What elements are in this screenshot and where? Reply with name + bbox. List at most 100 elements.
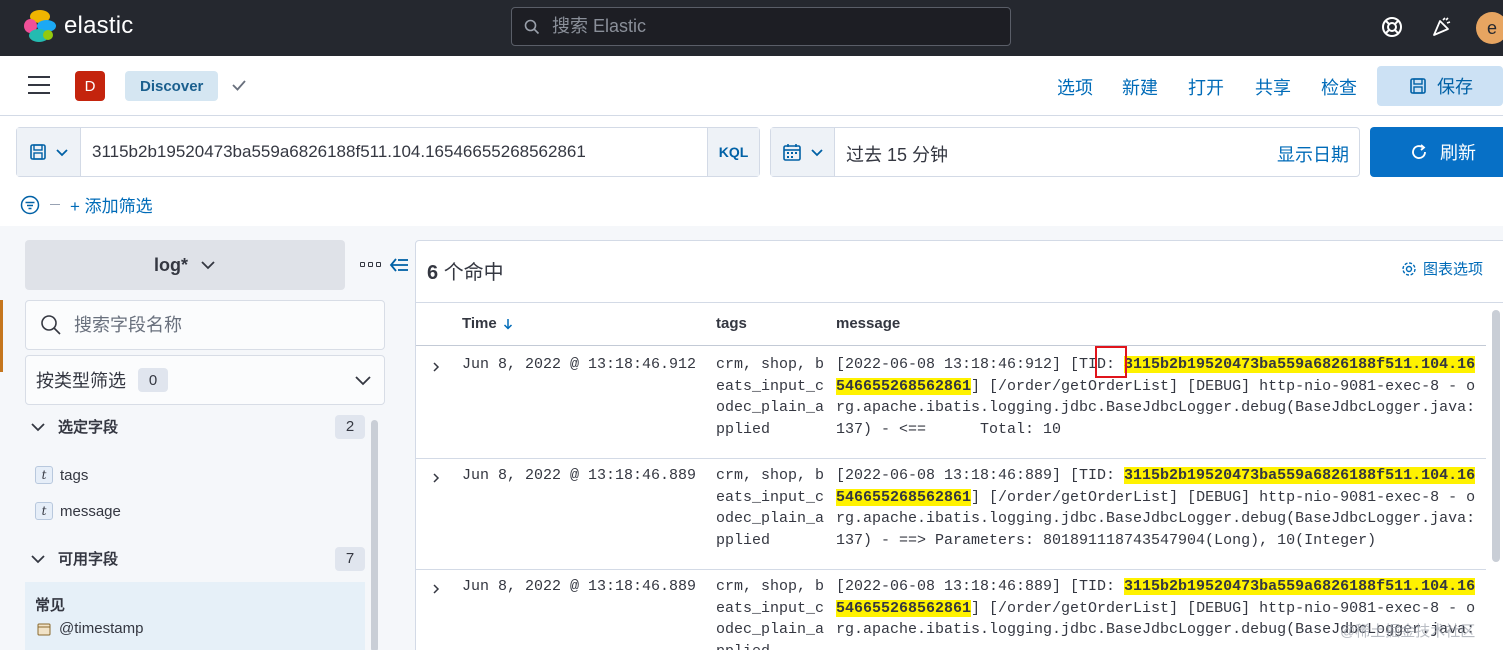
chevron-down-icon [55, 149, 68, 157]
hits-number: 6 [427, 262, 439, 284]
more-options-icon[interactable] [360, 262, 381, 267]
field-name: @timestamp [59, 620, 144, 637]
results-scrollbar[interactable] [1492, 310, 1500, 562]
time-range-label: 过去 15 分钟 [846, 145, 949, 165]
available-fields-header[interactable]: 可用字段 7 [30, 546, 365, 571]
chevron-right-icon[interactable] [430, 583, 442, 595]
help-icon[interactable] [1378, 13, 1406, 41]
save-icon [29, 144, 46, 160]
results-panel: 6 个命中 图表选项 Time tags message Jun 8, 2022… [415, 240, 1503, 650]
cell-message: [2022-06-08 13:18:46:889] [TID: 3115b2b1… [836, 465, 1481, 552]
user-avatar[interactable]: e [1476, 12, 1503, 44]
date-type-icon [37, 623, 51, 635]
annotation-box [1095, 346, 1127, 378]
refresh-button[interactable]: 刷新 [1370, 127, 1503, 177]
cell-tags: crm, shop, beats_input_codec_plain_appli… [716, 467, 825, 550]
column-header-tags[interactable]: tags [716, 315, 747, 332]
field-item-tags[interactable]: t tags [35, 466, 88, 484]
selected-fields-count: 2 [335, 414, 365, 439]
save-label: 保存 [1437, 77, 1473, 97]
available-fields-title: 可用字段 [58, 551, 119, 568]
hits-suffix: 个命中 [443, 262, 504, 284]
column-header-message[interactable]: message [836, 315, 900, 332]
field-search-input[interactable] [74, 314, 354, 336]
sort-desc-icon[interactable] [502, 318, 514, 330]
chevron-right-icon[interactable] [430, 361, 442, 373]
chevron-down-icon [31, 422, 45, 431]
common-fields-group: 常见 @timestamp [25, 582, 365, 650]
chevron-right-icon[interactable] [430, 472, 442, 484]
elastic-logo[interactable]: elastic [24, 10, 133, 42]
elastic-logo-icon [24, 10, 56, 42]
query-bar[interactable]: 3115b2b19520473ba559a6826188f511.104.165… [16, 127, 760, 177]
field-search[interactable] [25, 300, 385, 350]
type-filter-label: 按类型筛选 [36, 371, 126, 391]
column-header-time[interactable]: Time [462, 315, 514, 332]
cell-tags: crm, shop, beats_input_codec_plain_appli… [716, 356, 825, 439]
refresh-icon [1412, 144, 1426, 159]
time-picker[interactable]: 过去 15 分钟 显示日期 [770, 127, 1360, 177]
global-search-input[interactable] [552, 16, 992, 37]
nav-options[interactable]: 选项 [1057, 74, 1093, 100]
filter-icon[interactable] [20, 195, 40, 215]
space-avatar[interactable]: D [75, 71, 105, 101]
field-item-message[interactable]: t message [35, 502, 121, 520]
chart-options-label: 图表选项 [1423, 261, 1484, 278]
index-pattern-label: log* [154, 254, 188, 275]
cell-message: [2022-06-08 13:18:46:912] [TID: 3115b2b1… [836, 354, 1481, 441]
field-name: tags [60, 466, 89, 484]
chevron-down-icon [201, 261, 215, 270]
cell-tags: crm, shop, beats_input_codec_plain_appli… [716, 578, 825, 650]
checkmark-icon [232, 80, 246, 91]
column-label: tags [716, 315, 747, 332]
quick-select-button[interactable] [771, 128, 835, 176]
chevron-down-icon [355, 376, 371, 386]
nav-new[interactable]: 新建 [1122, 74, 1158, 100]
edge-accent [0, 300, 3, 372]
field-item-timestamp[interactable]: @timestamp [37, 620, 143, 637]
search-icon [524, 19, 540, 34]
filter-bar: + 添加筛选 [20, 192, 153, 217]
cell-time: Jun 8, 2022 @ 13:18:46.889 [462, 467, 697, 484]
global-search[interactable] [511, 7, 1011, 46]
chevron-down-icon [31, 554, 45, 563]
string-type-icon: t [35, 466, 53, 484]
query-input[interactable]: 3115b2b19520473ba559a6826188f511.104.165… [92, 142, 586, 162]
divider [416, 302, 1503, 303]
news-feed-icon[interactable] [1428, 13, 1456, 41]
refresh-label: 刷新 [1440, 143, 1476, 163]
save-icon [1410, 78, 1426, 94]
index-pattern-selector[interactable]: log* [25, 240, 345, 290]
type-filter-count: 0 [138, 368, 168, 392]
selected-fields-header[interactable]: 选定字段 2 [30, 414, 365, 439]
message-text: [2022-06-08 13:18:46:912] [TID: [836, 356, 1125, 373]
app-header: D Discover 选项 新建 打开 共享 检查 保存 [0, 56, 1503, 116]
common-fields-title: 常见 [35, 597, 66, 614]
show-dates-link[interactable]: 显示日期 [1277, 141, 1349, 167]
hits-count: 6 个命中 [427, 256, 504, 285]
type-filter-dropdown[interactable]: 按类型筛选 0 [25, 355, 385, 405]
string-type-icon: t [35, 502, 53, 520]
cell-time: Jun 8, 2022 @ 13:18:46.912 [462, 356, 697, 373]
filter-separator [50, 204, 60, 205]
table-row[interactable]: Jun 8, 2022 @ 13:18:46.889 crm, shop, be… [416, 458, 1486, 570]
global-header: elastic e [0, 0, 1503, 56]
column-label: message [836, 315, 901, 332]
add-filter-link[interactable]: + 添加筛选 [70, 192, 153, 217]
nav-share[interactable]: 共享 [1255, 74, 1291, 100]
available-fields-count: 7 [335, 546, 365, 571]
table-row[interactable]: Jun 8, 2022 @ 13:18:46.889 crm, shop, be… [416, 569, 1486, 650]
breadcrumb-discover[interactable]: Discover [125, 71, 219, 101]
watermark: @稀土掘金技术社区 [1340, 623, 1476, 640]
sidebar-scrollbar[interactable] [371, 420, 378, 650]
nav-inspect[interactable]: 检查 [1321, 74, 1357, 100]
nav-open[interactable]: 打开 [1188, 74, 1224, 100]
table-row[interactable]: Jun 8, 2022 @ 13:18:46.912 crm, shop, be… [416, 347, 1486, 459]
saved-query-button[interactable] [17, 128, 81, 176]
chart-options-button[interactable]: 图表选项 [1401, 258, 1483, 279]
menu-icon[interactable] [28, 76, 50, 94]
header-divider [416, 345, 1486, 346]
collapse-sidebar-icon[interactable] [389, 255, 409, 275]
query-language-toggle[interactable]: KQL [707, 128, 759, 176]
save-button[interactable]: 保存 [1377, 66, 1503, 106]
